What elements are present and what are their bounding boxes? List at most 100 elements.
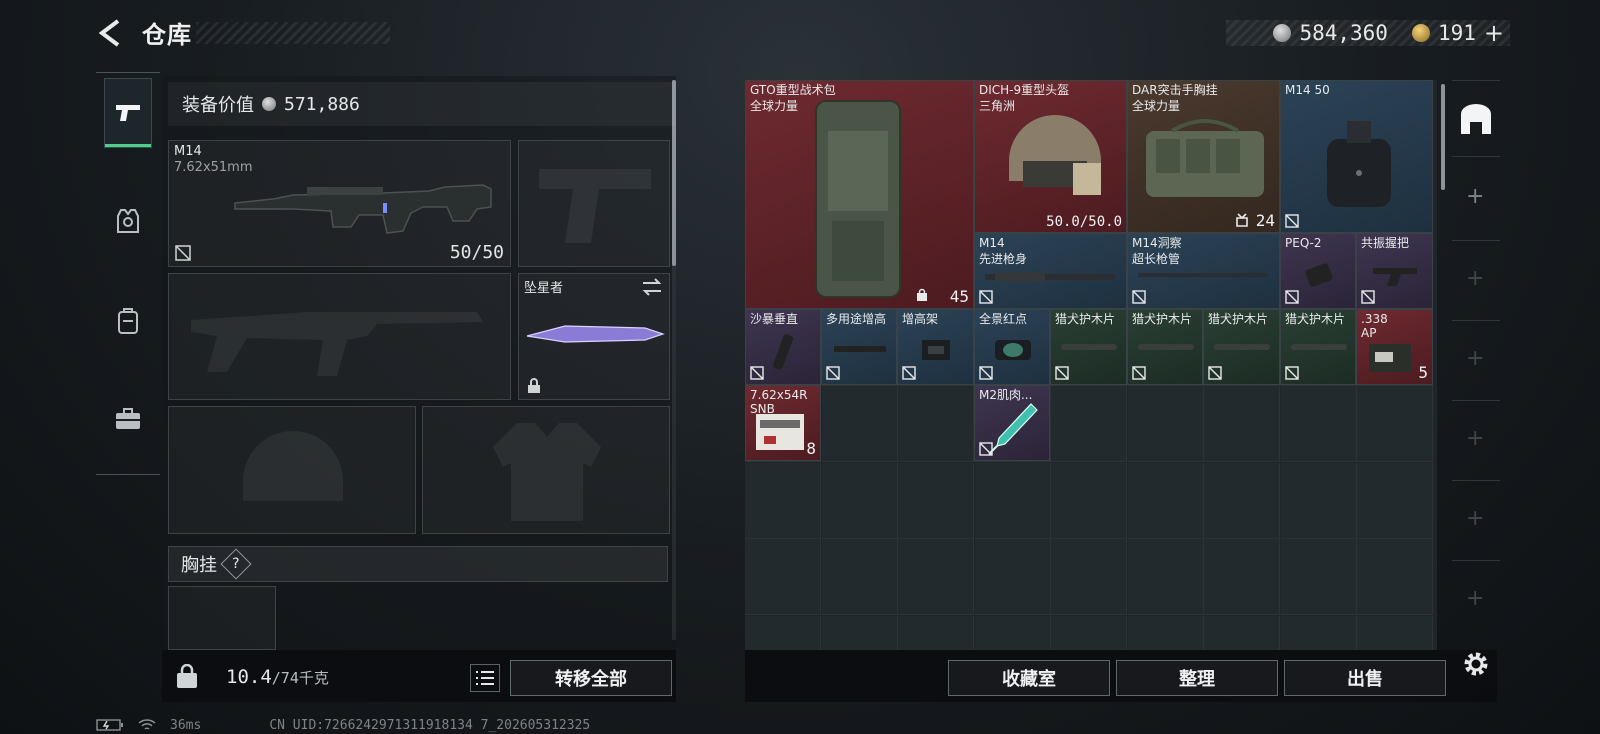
organize-button[interactable]: 整理 — [1116, 660, 1278, 696]
stash-item-riser-mount[interactable]: 增高架 — [897, 309, 974, 385]
grid-cell[interactable] — [1357, 386, 1433, 462]
grid-cell[interactable] — [1357, 462, 1433, 539]
collection-room-button[interactable]: 收藏室 — [948, 660, 1110, 696]
stash-item-m14-long-barrel[interactable]: M14洞察 超长枪管 — [1127, 233, 1280, 309]
grid-cell[interactable] — [898, 386, 974, 462]
gold-coin-icon — [1411, 24, 1430, 42]
grid-cell[interactable] — [898, 615, 974, 650]
no-insurance-icon — [826, 366, 840, 380]
tab-case[interactable] — [104, 384, 152, 454]
transfer-all-button[interactable]: 转移全部 — [510, 660, 672, 696]
grid-cell[interactable] — [1051, 462, 1127, 539]
grid-cell[interactable] — [1204, 462, 1280, 539]
grid-cell[interactable] — [1280, 462, 1357, 539]
stash-item-m14-barrel[interactable]: M14 先进枪身 — [974, 233, 1127, 309]
melee-slot[interactable]: 坠星者 — [518, 273, 670, 400]
stash-item-handguard-panel-2[interactable]: 猎犬护木片 — [1127, 309, 1203, 385]
stash-item-vertical-grip[interactable]: 沙暴垂直 — [745, 309, 821, 385]
grid-cell[interactable] — [974, 462, 1051, 539]
ping-readout: 36ms — [170, 717, 202, 733]
barrel-icon — [1138, 273, 1268, 277]
slots-icon — [1236, 213, 1248, 227]
grid-cell[interactable] — [821, 386, 898, 462]
backpack-icon — [815, 100, 901, 298]
melee-name: 坠星者 — [524, 281, 564, 296]
chest-rig-label: 胸挂 — [181, 555, 217, 576]
grid-cell[interactable] — [1280, 386, 1357, 462]
tab-armor[interactable] — [104, 186, 152, 256]
grid-cell[interactable] — [1204, 539, 1280, 615]
grid-cell[interactable] — [974, 539, 1051, 615]
pistol-icon — [116, 105, 140, 121]
stash-item-762x54r-ammo[interactable]: 7.62x54R SNB 8 — [745, 385, 821, 461]
tab-backpack[interactable] — [104, 286, 152, 356]
chest-rig-slot[interactable] — [168, 586, 276, 650]
secondary-weapon-slot[interactable] — [168, 273, 511, 400]
grid-cell[interactable] — [745, 615, 821, 650]
grid-cell[interactable] — [745, 539, 821, 615]
locked-stash-page-button[interactable]: + — [1466, 346, 1484, 371]
grid-cell[interactable] — [821, 539, 898, 615]
add-currency-button[interactable]: + — [1484, 19, 1504, 47]
stash-item-helmet[interactable]: DICH-9重型头盔 三角洲 50.0/50.0 — [974, 80, 1127, 233]
locked-stash-page-button[interactable]: + — [1466, 506, 1484, 531]
grid-cell[interactable] — [1280, 615, 1357, 650]
backpack-icon — [118, 308, 138, 334]
grid-cell[interactable] — [1051, 539, 1127, 615]
locked-stash-page-button[interactable]: + — [1466, 266, 1484, 291]
no-insurance-icon — [979, 366, 993, 380]
helmet-slot[interactable] — [168, 406, 416, 534]
grid-cell[interactable] — [974, 615, 1051, 650]
help-icon[interactable]: ? — [220, 548, 252, 580]
grid-cell[interactable] — [898, 539, 974, 615]
stash-item-chest-rig[interactable]: DAR突击手胸挂 全球力量 24 — [1127, 80, 1280, 233]
grid-scrollbar[interactable] — [1441, 84, 1445, 190]
item-count: 8 — [806, 439, 816, 458]
swap-icon[interactable] — [641, 278, 663, 296]
stash-item-338-ap-ammo[interactable]: .338 AP 5 — [1356, 309, 1433, 385]
stash-item-backpack[interactable]: GTO重型战术包 全球力量 45 — [745, 80, 974, 309]
grid-cell[interactable] — [1204, 615, 1280, 650]
back-arrow-icon[interactable] — [96, 18, 126, 48]
no-insurance-icon — [1285, 214, 1299, 228]
stash-item-multi-riser[interactable]: 多用途增高 — [821, 309, 897, 385]
stash-item-red-dot[interactable]: 全景红点 — [974, 309, 1050, 385]
list-icon — [476, 671, 494, 685]
grid-cell[interactable] — [1127, 615, 1204, 650]
grid-cell[interactable] — [1127, 386, 1204, 462]
armor-silhouette-icon — [493, 423, 601, 521]
grid-cell[interactable] — [1357, 539, 1433, 615]
grid-cell[interactable] — [1127, 462, 1204, 539]
weight-icon — [917, 288, 927, 301]
list-view-button[interactable] — [470, 664, 500, 692]
locked-stash-page-button[interactable]: + — [1466, 586, 1484, 611]
stash-home-icon[interactable] — [1458, 102, 1494, 136]
stash-item-peq2[interactable]: PEQ-2 — [1280, 233, 1356, 309]
stash-item-handguard-panel-1[interactable]: 猎犬护木片 — [1050, 309, 1127, 385]
sell-button[interactable]: 出售 — [1284, 660, 1446, 696]
grid-cell[interactable] — [1051, 615, 1127, 650]
grid-cell[interactable] — [1127, 539, 1204, 615]
grid-cell[interactable] — [821, 615, 898, 650]
locked-stash-page-button[interactable]: + — [1466, 426, 1484, 451]
stash-item-m14-50-mag[interactable]: M14 50 — [1280, 80, 1433, 233]
stash-item-grip[interactable]: 共振握把 — [1356, 233, 1433, 309]
red-dot-sight-icon — [995, 340, 1031, 360]
grid-cell[interactable] — [745, 462, 821, 539]
grid-cell[interactable] — [1280, 539, 1357, 615]
armor-slot[interactable] — [422, 406, 670, 534]
add-stash-page-button[interactable]: + — [1466, 184, 1484, 209]
grid-cell[interactable] — [1051, 386, 1127, 462]
stash-item-handguard-panel-3[interactable]: 猎犬护木片 — [1203, 309, 1280, 385]
tab-weapons[interactable] — [104, 78, 152, 148]
user-uid: CN UID:7266242971311918134 7_20260531232… — [269, 717, 591, 733]
grid-cell[interactable] — [1204, 386, 1280, 462]
stash-item-m2-stimulant[interactable]: M2肌肉... — [974, 385, 1050, 461]
settings-gear-icon[interactable] — [1460, 648, 1492, 680]
grid-cell[interactable] — [898, 462, 974, 539]
stash-item-handguard-panel-4[interactable]: 猎犬护木片 — [1280, 309, 1356, 385]
grid-cell[interactable] — [1357, 615, 1433, 650]
primary-weapon-slot[interactable]: M14 7.62x51mm 50/50 — [168, 140, 511, 267]
pistol-slot[interactable] — [518, 140, 670, 267]
grid-cell[interactable] — [821, 462, 898, 539]
